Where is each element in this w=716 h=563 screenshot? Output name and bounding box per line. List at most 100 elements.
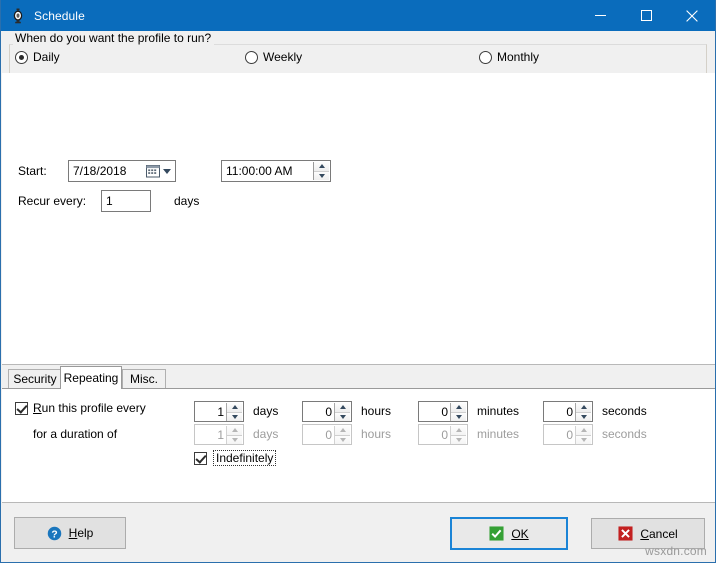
start-time-value: 11:00:00 AM xyxy=(226,164,293,178)
radio-monthly-mark xyxy=(479,50,492,64)
maximize-icon xyxy=(640,10,652,21)
repeat-seconds-input[interactable]: 0 xyxy=(543,401,593,422)
start-date-value: 7/18/2018 xyxy=(73,164,127,178)
duration-minutes-input: 0 xyxy=(418,424,468,445)
duration-hours-unit: hours xyxy=(361,427,392,441)
repeat-hours-spin-down[interactable] xyxy=(335,412,350,421)
tab-security-label: Security xyxy=(13,372,57,386)
repeat-seconds-spin-down[interactable] xyxy=(576,412,591,421)
radio-monthly[interactable]: Monthly xyxy=(479,48,539,66)
repeat-hours-input[interactable]: 0 xyxy=(302,401,352,422)
duration-label: for a duration of xyxy=(33,427,118,441)
repeat-seconds-spin-up[interactable] xyxy=(576,403,591,413)
repeat-days-unit: days xyxy=(253,404,279,418)
tab-misc[interactable]: Misc. xyxy=(122,369,166,388)
repeat-minutes-spin-up[interactable] xyxy=(451,403,466,413)
schedule-clock-icon xyxy=(10,8,26,24)
duration-seconds-unit: seconds xyxy=(602,427,647,441)
frequency-radio-row: Daily Weekly Monthly xyxy=(1,48,715,68)
tab-repeating[interactable]: Repeating xyxy=(60,366,122,389)
run-profile-every-label-rest: un this profile every xyxy=(41,401,146,415)
start-time-input[interactable]: 11:00:00 AM xyxy=(221,160,331,182)
close-icon xyxy=(686,9,698,22)
cancel-button-label: Cancel xyxy=(640,526,678,541)
duration-seconds-spinner xyxy=(575,426,591,444)
indefinitely-checkbox-mark xyxy=(194,451,207,465)
repeat-hours-spinner[interactable] xyxy=(334,403,350,421)
schedule-groupbox-legend: When do you want the profile to run? xyxy=(13,32,215,45)
red-x-icon xyxy=(618,526,633,541)
radio-daily-label: Daily xyxy=(33,50,60,64)
duration-hours-spin-down xyxy=(335,435,350,444)
duration-hours-spinner xyxy=(334,426,350,444)
ok-button[interactable]: OK xyxy=(450,517,568,550)
repeat-hours-spin-up[interactable] xyxy=(335,403,350,413)
recur-every-label: Recur every: xyxy=(18,194,87,208)
start-time-spinner[interactable] xyxy=(313,162,329,180)
repeat-minutes-input[interactable]: 0 xyxy=(418,401,468,422)
repeat-hours-value: 0 xyxy=(325,404,332,419)
schedule-dialog-window: Schedule When do you want the profile to xyxy=(0,0,716,563)
repeat-minutes-unit: minutes xyxy=(477,404,520,418)
duration-days-spinner xyxy=(226,426,242,444)
repeat-days-spinner[interactable] xyxy=(226,403,242,421)
radio-weekly-label: Weekly xyxy=(263,50,303,64)
repeat-seconds-spinner[interactable] xyxy=(575,403,591,421)
window-title: Schedule xyxy=(34,8,85,23)
title-bar[interactable]: Schedule xyxy=(1,0,715,31)
radio-weekly-mark xyxy=(245,50,258,64)
duration-minutes-spinner xyxy=(450,426,466,444)
start-time-spin-up[interactable] xyxy=(314,162,329,172)
duration-days-value: 1 xyxy=(217,427,224,442)
repeat-days-spin-down[interactable] xyxy=(227,412,242,421)
repeat-days-spin-up[interactable] xyxy=(227,403,242,413)
radio-monthly-label: Monthly xyxy=(497,50,540,64)
duration-minutes-unit: minutes xyxy=(477,427,520,441)
green-check-icon xyxy=(489,526,504,541)
svg-text:?: ? xyxy=(51,529,57,540)
start-date-input[interactable]: 7/18/2018 xyxy=(68,160,176,182)
radio-daily[interactable]: Daily xyxy=(15,48,60,66)
duration-minutes-spin-down xyxy=(451,435,466,444)
duration-minutes-value: 0 xyxy=(441,427,448,442)
tab-repeating-label: Repeating xyxy=(63,371,119,385)
help-button[interactable]: ? Help xyxy=(14,517,126,549)
tab-strip: Security Repeating Misc. xyxy=(2,366,715,389)
repeat-seconds-unit: seconds xyxy=(602,404,647,418)
start-date-dropdown[interactable] xyxy=(140,162,174,180)
duration-seconds-spin-up xyxy=(576,426,591,436)
calendar-icon xyxy=(146,165,160,178)
repeat-minutes-spinner[interactable] xyxy=(450,403,466,421)
radio-daily-mark xyxy=(15,50,28,64)
dialog-button-bar: ? Help OK Cancel wsxdn.com xyxy=(2,503,715,561)
start-label: Start: xyxy=(18,164,47,178)
repeat-minutes-spin-down[interactable] xyxy=(451,412,466,421)
duration-minutes-spin-up xyxy=(451,426,466,436)
recur-every-unit: days xyxy=(174,194,200,208)
ok-button-label: OK xyxy=(511,526,529,541)
help-button-label: Help xyxy=(68,526,94,540)
duration-hours-spin-up xyxy=(335,426,350,436)
schedule-content-area: Start: 7/18/2018 11:00:00 AM Recur every… xyxy=(2,73,715,365)
chevron-down-icon xyxy=(163,168,171,174)
run-profile-every-mnemonic: R xyxy=(33,401,42,415)
repeat-days-input[interactable]: 1 xyxy=(194,401,244,422)
run-profile-every-checkbox[interactable]: Run this profile every xyxy=(15,401,146,415)
close-button[interactable] xyxy=(669,0,715,31)
run-profile-every-checkbox-mark xyxy=(15,401,28,415)
recur-every-input[interactable]: 1 xyxy=(101,190,151,212)
duration-days-unit: days xyxy=(253,427,279,441)
repeat-days-value: 1 xyxy=(217,404,224,419)
indefinitely-checkbox[interactable]: Indefinitely xyxy=(194,450,277,466)
radio-weekly[interactable]: Weekly xyxy=(245,48,302,66)
tab-security[interactable]: Security xyxy=(8,369,62,388)
repeat-hours-unit: hours xyxy=(361,404,392,418)
start-time-spin-down[interactable] xyxy=(314,171,329,180)
minimize-button[interactable] xyxy=(577,0,623,31)
caption-button-group xyxy=(577,0,715,31)
repeating-tab-panel: Run this profile every 1 days 0 hours 0 xyxy=(2,388,715,503)
duration-days-input: 1 xyxy=(194,424,244,445)
indefinitely-label: Indefinitely xyxy=(213,450,277,466)
duration-hours-value: 0 xyxy=(325,427,332,442)
maximize-button[interactable] xyxy=(623,0,669,31)
